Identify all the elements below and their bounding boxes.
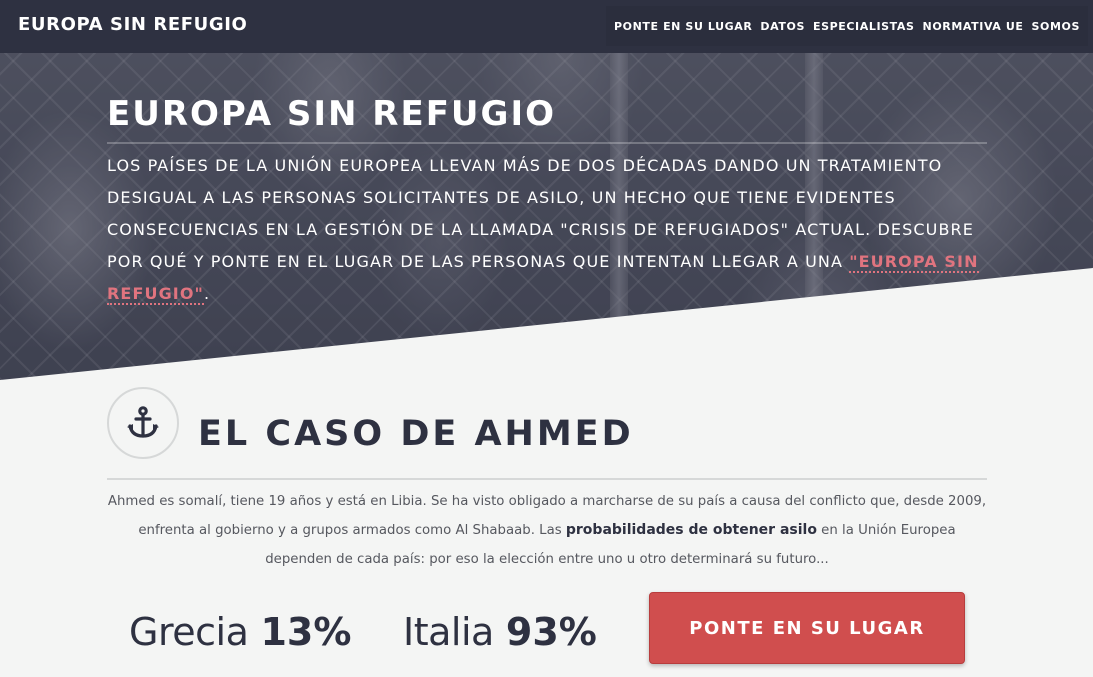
hero-intro: Los países de la Unión Europea llevan má… [107, 150, 987, 310]
brand-logo[interactable]: EUROPA SIN REFUGIO [18, 14, 247, 35]
stat-grecia: Grecia 13% [129, 605, 351, 659]
ponte-en-su-lugar-button[interactable]: PONTE EN SU LUGAR [649, 592, 965, 664]
case-description: Ahmed es somalí, tiene 19 años y está en… [107, 487, 987, 574]
hero-banner: EUROPA SIN REFUGIO Los países de la Unió… [0, 0, 1093, 380]
nav-item-especialistas[interactable]: ESPECIALISTAS [813, 20, 915, 33]
stat-italia: Italia 93% [403, 605, 597, 659]
stat-country: Italia [403, 610, 494, 654]
stat-country: Grecia [129, 610, 249, 654]
section-divider [107, 478, 987, 480]
top-navbar: EUROPA SIN REFUGIO PONTE EN SU LUGAR DAT… [0, 0, 1093, 53]
hero-intro-end: . [204, 284, 211, 303]
main-nav: PONTE EN SU LUGAR DATOS ESPECIALISTAS NO… [606, 6, 1088, 46]
hero-intro-text: Los países de la Unión Europea llevan má… [107, 156, 974, 271]
stat-value: 93% [505, 610, 597, 654]
case-text-bold: probabilidades de obtener asilo [565, 522, 817, 538]
hero-content: EUROPA SIN REFUGIO Los países de la Unió… [107, 94, 987, 310]
case-title: EL CASO DE AHMED [198, 414, 634, 454]
hero-title: EUROPA SIN REFUGIO [107, 94, 987, 144]
nav-item-datos[interactable]: DATOS [760, 20, 805, 33]
case-icon-circle [107, 387, 179, 459]
stat-value: 13% [260, 610, 352, 654]
nav-item-ponte-en-su-lugar[interactable]: PONTE EN SU LUGAR [614, 20, 752, 33]
anchor-icon [127, 406, 159, 438]
nav-item-somos[interactable]: SOMOS [1031, 20, 1080, 33]
nav-item-normativa-ue[interactable]: NORMATIVA UE [923, 20, 1024, 33]
